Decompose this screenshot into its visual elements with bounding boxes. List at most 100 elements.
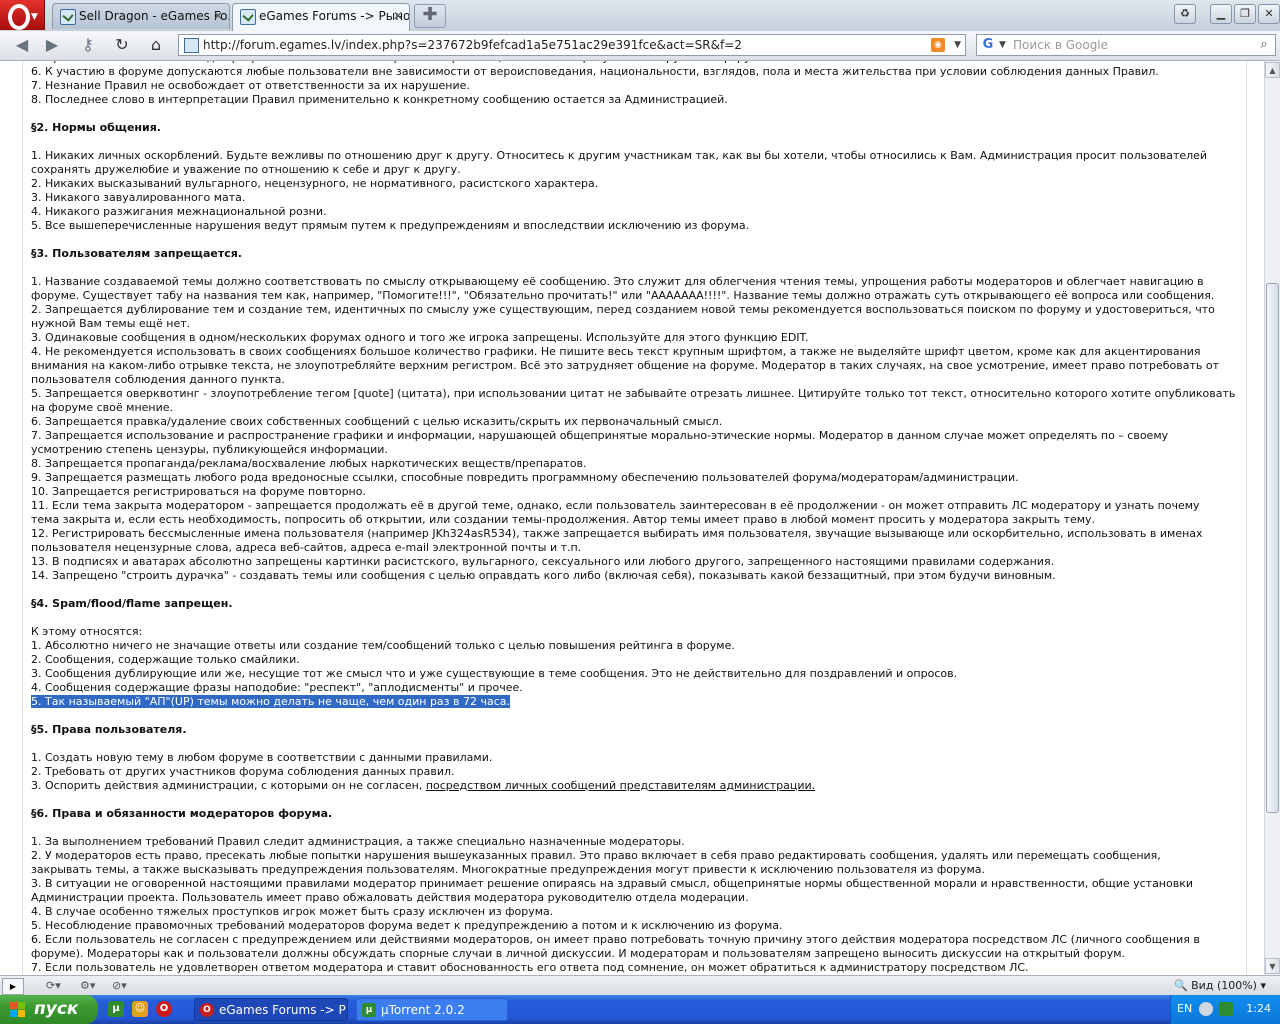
tab-close-icon[interactable]: ✕ (393, 4, 403, 28)
rule-line-text: 2. Никаких высказываний вульгарного, нец… (31, 177, 599, 190)
rule-line-text: закрывать темы, а также высказывать пред… (31, 863, 986, 876)
panel-toggle-icon[interactable]: ▶ (2, 978, 24, 995)
turbo-icon[interactable]: ⟳▾ (46, 978, 61, 993)
taskbar-button-label: µTorrent 2.0.2 (381, 1003, 465, 1017)
windows-logo-icon (10, 1002, 26, 1018)
taskbar-button-utorrent[interactable]: µ µTorrent 2.0.2 (356, 998, 508, 1021)
rule-line: Администрации проекта. Пользователь имее… (31, 891, 1241, 905)
network-icon[interactable]: ⚙▾ (80, 978, 95, 993)
rule-line: 1. Создать новую тему в любом форуме в с… (31, 751, 1241, 765)
page-viewport: 6. Правила являются основой для разрешен… (0, 61, 1264, 975)
rule-line: пользователя соблюдения данного пункта. (31, 373, 1241, 387)
rule-line: форуме). Модераторы как и пользователи д… (31, 947, 1241, 961)
admin-pm-link[interactable]: посредством личных сообщений представите… (426, 779, 815, 792)
search-input[interactable]: G ▼ Поиск в Google ⌕ (976, 34, 1276, 56)
close-window-button[interactable]: ✕ (1258, 4, 1280, 24)
rule-line-text: §6. Права и обязанности модераторов фору… (31, 807, 333, 820)
rule-line: 5. Несоблюдение правомочных требований м… (31, 919, 1241, 933)
rule-line: 13. В подписях и аватарах абсолютно запр… (31, 555, 1241, 569)
rule-line: 6. Если пользователь не согласен с преду… (31, 933, 1241, 947)
rule-line-text: 2. Запрещается дублирование тем и создан… (31, 303, 1215, 316)
rule-line: 4. Никакого разжигания межнациональной р… (31, 205, 1241, 219)
rule-line-text: 5. Запрещается оверквотинг - злоупотребл… (31, 387, 1236, 400)
rule-line-text: 1. Абсолютно ничего не значащие ответы и… (31, 639, 735, 652)
rule-line-text: форуме. Существует табу на названия тем … (31, 289, 1215, 302)
rule-line-text: 1. Никаких личных оскорблений. Будьте ве… (31, 149, 1208, 162)
rule-line-text: 7. Запрещается использование и распростр… (31, 429, 1169, 442)
rule-line: форуме. Существует табу на названия тем … (31, 289, 1241, 303)
tab-close-icon[interactable]: ✕ (213, 4, 223, 28)
scroll-up-icon[interactable]: ▲ (1265, 62, 1280, 78)
rule-line-text: 5. Несоблюдение правомочных требований м… (31, 919, 783, 932)
rule-line: 8. Запрещается пропаганда/реклама/восхва… (31, 457, 1241, 471)
rule-line-text: 5. Все вышеперечисленные нарушения ведут… (31, 219, 750, 232)
opera-menu-button[interactable]: ▼ (0, 0, 45, 30)
language-indicator[interactable]: EN (1177, 1002, 1192, 1015)
block-content-icon[interactable]: ⊘▾ (112, 978, 127, 993)
network-tray-icon[interactable] (1199, 1002, 1213, 1016)
reload-button[interactable]: ↻ (108, 34, 136, 56)
zoom-level: Вид (100%) (1191, 979, 1257, 992)
maximize-button[interactable]: ❐ (1234, 4, 1256, 24)
scrollbar-thumb[interactable] (1266, 283, 1279, 813)
utorrent-tray-icon[interactable] (1219, 1002, 1233, 1016)
rule-line-text: нужной Вам темы ещё нет. (31, 317, 191, 330)
status-bar: ▶ ⟳▾ ⚙▾ ⊘▾ 🔍 Вид (100%) ▾ (0, 975, 1280, 996)
section-heading: §3. Пользователям запрещается. (31, 247, 1241, 261)
minimize-button[interactable]: ▁ (1210, 4, 1232, 24)
chevron-down-icon[interactable]: ▼ (999, 35, 1006, 55)
tab-egames-forums[interactable]: eGames Forums -> Рынок ✕ (232, 3, 410, 31)
rule-line: 1. За выполнением требований Правил след… (31, 835, 1241, 849)
google-logo-icon[interactable]: G (980, 37, 996, 53)
utorrent-icon[interactable]: µ (108, 1001, 124, 1017)
rule-line-text: 12. Регистрировать бессмысленные имена п… (31, 527, 1203, 540)
start-button[interactable]: пуск (0, 995, 98, 1024)
address-bar[interactable]: http://forum.egames.lv/index.php?s=23767… (178, 34, 966, 56)
forward-button[interactable]: ▶ (38, 34, 66, 56)
rule-line-text: §4. Spam/flood/flame запрещен. (31, 597, 233, 610)
rule-line-text: 13. В подписях и аватарах абсолютно запр… (31, 555, 1055, 568)
rule-line-text: 7. Незнание Правил не освобождает от отв… (31, 79, 470, 92)
rule-line-text: 4. Не рекомендуется использовать в своих… (31, 345, 1201, 358)
vertical-scrollbar[interactable]: ▲ ▼ (1264, 61, 1280, 975)
chevron-down-icon: ▼ (31, 12, 38, 22)
rule-line-text: 11. Если тема закрыта модератором - запр… (31, 499, 1200, 512)
rule-line-text: 3. Никакого завуалированного мата. (31, 191, 246, 204)
rule-line-text: тема закрыта и, если есть необходимость,… (31, 513, 1096, 526)
rule-line-text: 4. Сообщения содержащие фразы наподобие:… (31, 681, 523, 694)
back-button[interactable]: ◀ (8, 34, 36, 56)
search-icon[interactable]: ⌕ (1255, 36, 1273, 54)
messenger-icon[interactable]: ☺ (132, 1001, 148, 1017)
rule-line-text: 2. Требовать от других участников форума… (31, 765, 455, 778)
rule-line-text: 2. У модераторов есть право, пресекать л… (31, 849, 1161, 862)
opera-icon[interactable]: O (156, 1001, 172, 1017)
rule-line-text: 14. Запрещено "строить дурачка" - создав… (31, 569, 1056, 582)
rss-feed-icon[interactable]: ◉ (931, 38, 945, 52)
zoom-control[interactable]: 🔍 Вид (100%) ▾ (1174, 978, 1266, 993)
wand-key-icon[interactable]: ⚷ (74, 34, 102, 56)
rule-line-text: 3. В ситуации не оговоренной настоящими … (31, 877, 1194, 890)
clock: 1:24 (1246, 1002, 1271, 1015)
rule-line-text: 6. Если пользователь не согласен с преду… (31, 933, 1200, 946)
rule-line: 7. Если пользователь не удовлетворен отв… (31, 961, 1241, 975)
chevron-down-icon[interactable]: ▼ (954, 35, 961, 55)
home-button[interactable]: ⌂ (142, 34, 170, 56)
rule-line-text: 8. Запрещается пропаганда/реклама/восхва… (31, 457, 587, 470)
tab-sell-dragon[interactable]: Sell Dragon - eGames Fo... ✕ (52, 3, 230, 29)
new-tab-button[interactable]: ✚ (414, 4, 446, 28)
rule-line-text: 7. Если пользователь не удовлетворен отв… (31, 961, 1029, 974)
rule-line: 3. В ситуации не оговоренной настоящими … (31, 877, 1241, 891)
tab-bar: ▼ Sell Dragon - eGames Fo... ✕ eGames Fo… (0, 0, 1280, 32)
rule-line: 1. Абсолютно ничего не значащие ответы и… (31, 639, 1241, 653)
rule-line-text: 6. Правила являются основой для разрешен… (31, 61, 769, 64)
scroll-down-icon[interactable]: ▼ (1265, 958, 1280, 974)
rule-line: 6. К участию в форуме допускаются любые … (31, 65, 1241, 79)
rule-line: 3. Никакого завуалированного мата. (31, 191, 1241, 205)
rule-line: 12. Регистрировать бессмысленные имена п… (31, 527, 1241, 541)
taskbar-button-egames[interactable]: O eGames Forums -> Р... (194, 998, 348, 1021)
trash-icon[interactable]: ♻ (1174, 4, 1196, 24)
